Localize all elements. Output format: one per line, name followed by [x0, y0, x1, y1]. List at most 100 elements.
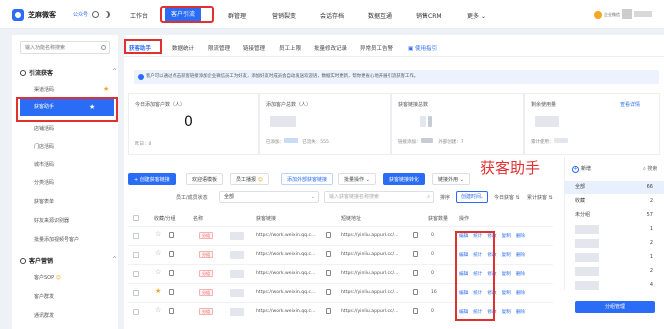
row-checkbox[interactable] — [133, 252, 139, 258]
copy-icon[interactable] — [326, 232, 331, 238]
tab-rate-limit[interactable]: 限流管理 — [208, 44, 230, 52]
brand-tag[interactable]: 公众号 — [73, 11, 88, 18]
staff-broadcast-button[interactable]: 员工播报 😊 — [230, 173, 269, 185]
star-icon[interactable]: ☆ — [155, 249, 161, 257]
sort-today[interactable]: 今日获客 ⇅ — [494, 194, 520, 201]
star-icon[interactable]: ☆ — [155, 268, 161, 276]
avatar[interactable] — [622, 9, 632, 19]
copy-icon[interactable] — [326, 270, 331, 276]
row-checkbox[interactable] — [133, 271, 139, 277]
gear-icon[interactable] — [92, 11, 99, 18]
op-delete-link[interactable]: 删除 — [516, 291, 525, 296]
op-copy-link[interactable]: 复制 — [502, 253, 511, 258]
copy-icon[interactable] — [413, 308, 418, 314]
theme-toggle-icon[interactable] — [103, 11, 110, 18]
group-doc-icon[interactable] — [169, 270, 174, 276]
nav-more[interactable]: 更多 ⌄ — [467, 11, 486, 20]
group-favorites[interactable]: 收藏 2 — [565, 195, 664, 208]
group-ungrouped[interactable]: 未分组 57 — [565, 209, 664, 222]
copy-icon[interactable] — [326, 289, 331, 295]
short-link[interactable]: https://yinliu.appurl.cc/... — [341, 233, 398, 238]
copy-icon[interactable] — [413, 289, 418, 295]
tab-data-stats[interactable]: 数据统计 — [172, 44, 194, 52]
select-all-checkbox[interactable] — [133, 215, 139, 221]
sidebar-group-marketing[interactable]: 客户营销 ^ — [20, 256, 117, 265]
op-delete-link[interactable]: 删除 — [516, 272, 525, 277]
tab-staff-alerts[interactable]: 异常员工告警 — [360, 44, 393, 52]
row-checkbox[interactable] — [133, 290, 139, 296]
group-doc-icon[interactable] — [169, 308, 174, 314]
search-icon[interactable] — [101, 45, 106, 50]
copy-icon[interactable] — [413, 270, 418, 276]
group-blurred[interactable]: 4 — [565, 279, 664, 292]
group-blurred[interactable]: 2 — [565, 265, 664, 278]
copy-icon[interactable] — [326, 308, 331, 314]
help-guide-link[interactable]: ▣ 使用指引 — [408, 44, 437, 52]
group-blurred[interactable]: 1 — [565, 251, 664, 264]
staff-status-select[interactable]: 全部 ⌄ — [219, 191, 319, 203]
nav-workbench[interactable]: 工作台 — [130, 11, 148, 20]
batch-ops-dropdown[interactable]: 批量操作 ⌄ — [338, 173, 376, 185]
group-search[interactable]: ⌕ 搜索 — [643, 165, 657, 172]
enterprise-wechat-badge[interactable]: 企业微信 — [594, 11, 620, 19]
account-name-blurred[interactable] — [634, 11, 652, 17]
star-icon[interactable]: ★ — [155, 287, 161, 295]
sidebar-item-acquisition-form[interactable]: 获客表单 — [34, 198, 54, 205]
short-link[interactable]: https://yinliu.appurl.cc/... — [341, 252, 398, 257]
short-link[interactable]: https://yinliu.appurl.cc/... — [341, 271, 398, 276]
acquisition-link[interactable]: https://work.weixin.qq.c... — [256, 290, 315, 295]
op-copy-link[interactable]: 复制 — [502, 310, 511, 315]
acquisition-link[interactable]: https://work.weixin.qq.c... — [256, 252, 315, 257]
group-blurred[interactable]: 1 — [565, 223, 664, 236]
sidebar-item-channel-qrcode[interactable]: 渠道活码 ★ — [34, 85, 109, 93]
acquisition-link[interactable]: https://work.weixin.qq.c... — [256, 233, 315, 238]
sidebar-item-category-qrcode[interactable]: 分类活码 — [34, 179, 54, 186]
sidebar-item-shop-qrcode[interactable]: 门店活码 — [34, 143, 54, 150]
sidebar-item-friend-source[interactable]: 好友来源识别器 — [34, 217, 69, 224]
star-icon[interactable]: ☆ — [155, 306, 161, 314]
group-blurred[interactable]: 2 — [565, 237, 664, 250]
tab-batch-records[interactable]: 批量修改记录 — [314, 44, 347, 52]
sidebar-search-input[interactable] — [21, 42, 97, 53]
group-management-button[interactable]: 分组管理 — [575, 301, 655, 313]
op-delete-link[interactable]: 删除 — [516, 310, 525, 315]
sidebar-item-store-qrcode[interactable]: 店铺活码 — [34, 125, 54, 132]
star-icon[interactable]: ☆ — [155, 230, 161, 238]
welcome-template-button[interactable]: 欢迎语模板 — [186, 173, 224, 185]
create-link-button[interactable]: + 创建获客链接 — [128, 173, 176, 185]
group-doc-icon[interactable] — [169, 232, 174, 238]
nav-group-management[interactable]: 群管理 — [228, 11, 246, 20]
group-all[interactable]: 全部 66 — [565, 181, 664, 194]
sort-total[interactable]: 累计获客 ⇅ — [527, 194, 553, 201]
nav-marketing-fission[interactable]: 营销裂变 — [272, 11, 296, 20]
acquisition-link[interactable]: https://work.weixin.qq.c... — [256, 309, 315, 314]
sidebar-search[interactable] — [20, 41, 110, 54]
group-doc-icon[interactable] — [169, 289, 174, 295]
sort-select[interactable]: 创建时间 ⌄ — [456, 191, 488, 203]
copy-icon[interactable] — [413, 251, 418, 257]
op-delete-link[interactable]: 删除 — [516, 253, 525, 258]
link-conversion-button[interactable]: 获客链接转化 — [383, 173, 426, 185]
row-checkbox[interactable] — [133, 233, 139, 239]
link-name-search[interactable]: 输入获客链接名称搜索 ⌕ — [324, 191, 434, 203]
sidebar-item-video-customers[interactable]: 批量添加视频号客户 — [34, 236, 79, 243]
op-copy-link[interactable]: 复制 — [502, 272, 511, 277]
view-detail-link[interactable]: 查看详情 — [620, 101, 640, 108]
tab-link-management[interactable]: 链接管理 — [243, 44, 265, 52]
add-group-button[interactable]: + 新增 — [572, 165, 591, 173]
copy-icon[interactable] — [326, 251, 331, 257]
nav-chat-archive[interactable]: 会话存档 — [320, 11, 344, 20]
sidebar-item-city-qrcode[interactable]: 城市活码 — [34, 161, 54, 168]
link-external-dropdown[interactable]: 链接外用 ⌄ — [432, 173, 470, 185]
tab-staff-limit[interactable]: 员工上限 — [279, 44, 301, 52]
row-checkbox[interactable] — [133, 309, 139, 315]
short-link[interactable]: https://yinliu.appurl.cc/... — [341, 290, 398, 295]
op-delete-link[interactable]: 删除 — [516, 234, 525, 239]
search-icon[interactable]: ⌕ — [427, 192, 430, 202]
sidebar-item-notice-send[interactable]: 通讯群发 — [34, 312, 54, 319]
nav-sales-crm[interactable]: 销售CRM — [416, 11, 442, 20]
add-external-link-button[interactable]: 添加外部获客链接 — [281, 173, 334, 185]
star-icon[interactable]: ★ — [103, 85, 109, 93]
sidebar-item-mass-send[interactable]: 客户群发 — [34, 293, 54, 300]
sidebar-item-customer-sop[interactable]: 客户SOP 😊 — [34, 274, 61, 281]
